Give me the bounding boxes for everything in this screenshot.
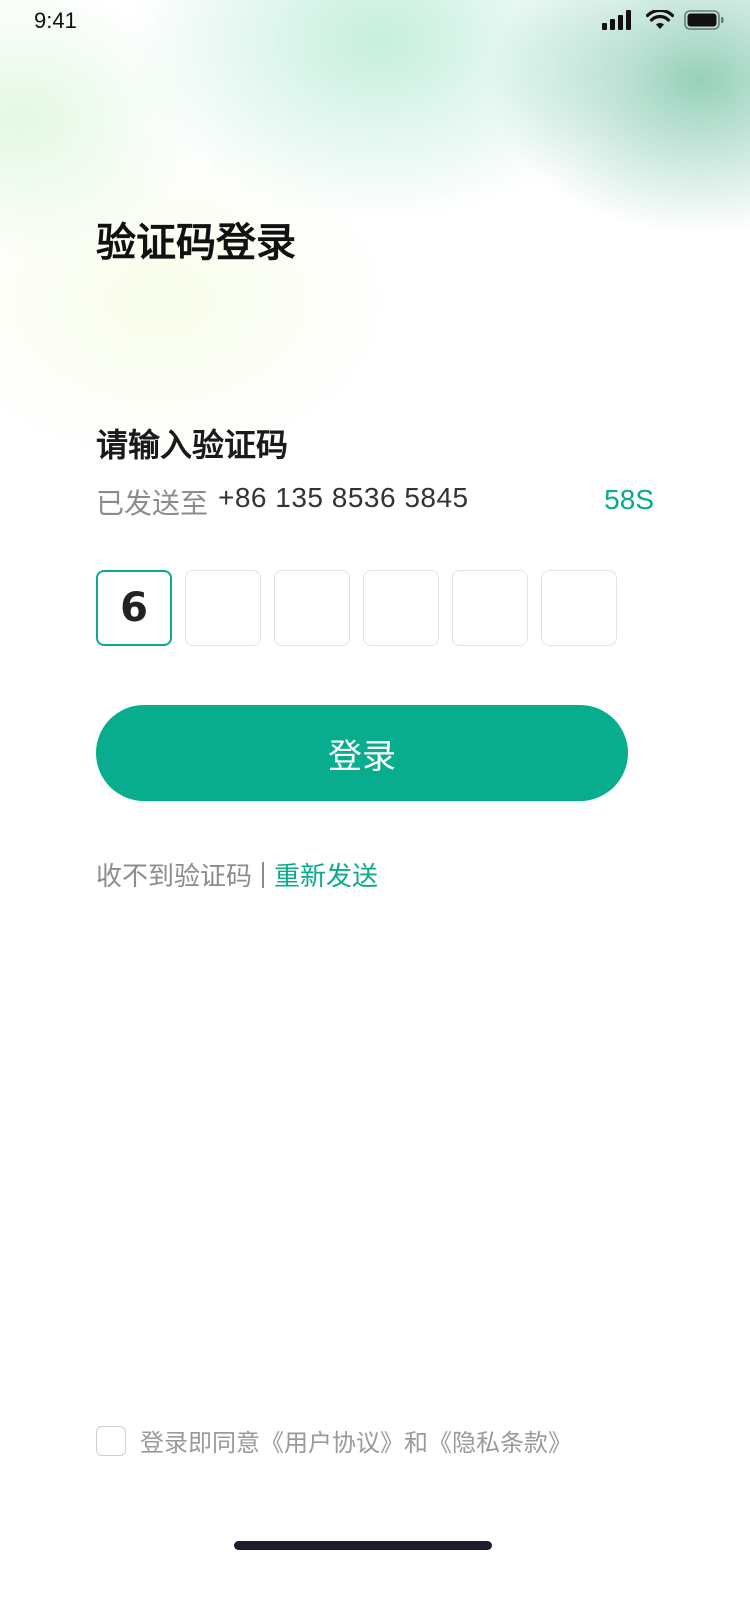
code-digit-box-4[interactable]: [363, 570, 439, 646]
cellular-signal-icon: [602, 10, 636, 34]
code-digit-box-5[interactable]: [452, 570, 528, 646]
status-bar: 9:41: [0, 0, 750, 44]
login-button[interactable]: 登录: [96, 705, 628, 801]
status-time: 9:41: [34, 8, 77, 33]
code-digit-box-6[interactable]: [541, 570, 617, 646]
agreement-row: 登录即同意《用户协议》和《隐私条款》: [96, 1423, 572, 1458]
wifi-icon: [645, 8, 675, 34]
code-digit-box-1[interactable]: 6: [96, 570, 172, 646]
agree-checkbox[interactable]: [96, 1425, 126, 1456]
battery-icon: [684, 10, 724, 34]
agreement-text[interactable]: 登录即同意《用户协议》和《隐私条款》: [140, 1423, 572, 1458]
resend-row: 收不到验证码 重新发送: [96, 856, 378, 893]
home-indicator: [234, 1541, 492, 1550]
status-icons: [602, 8, 724, 34]
code-digit-box-2[interactable]: [185, 570, 261, 646]
resend-countdown: 58S: [604, 484, 654, 515]
verification-code-input[interactable]: 6: [96, 570, 617, 646]
header-gradient-background: [0, 0, 750, 560]
no-code-hint: 收不到验证码: [96, 862, 253, 892]
sent-to-label: 已发送至: [96, 487, 209, 520]
phone-number: +86 135 8536 5845: [218, 482, 469, 513]
verify-code-heading: 请输入验证码: [96, 426, 289, 464]
resend-code-link[interactable]: 重新发送: [274, 856, 378, 893]
resend-divider: [262, 861, 265, 888]
page-title: 验证码登录: [96, 220, 296, 266]
code-digit-box-3[interactable]: [274, 570, 350, 646]
